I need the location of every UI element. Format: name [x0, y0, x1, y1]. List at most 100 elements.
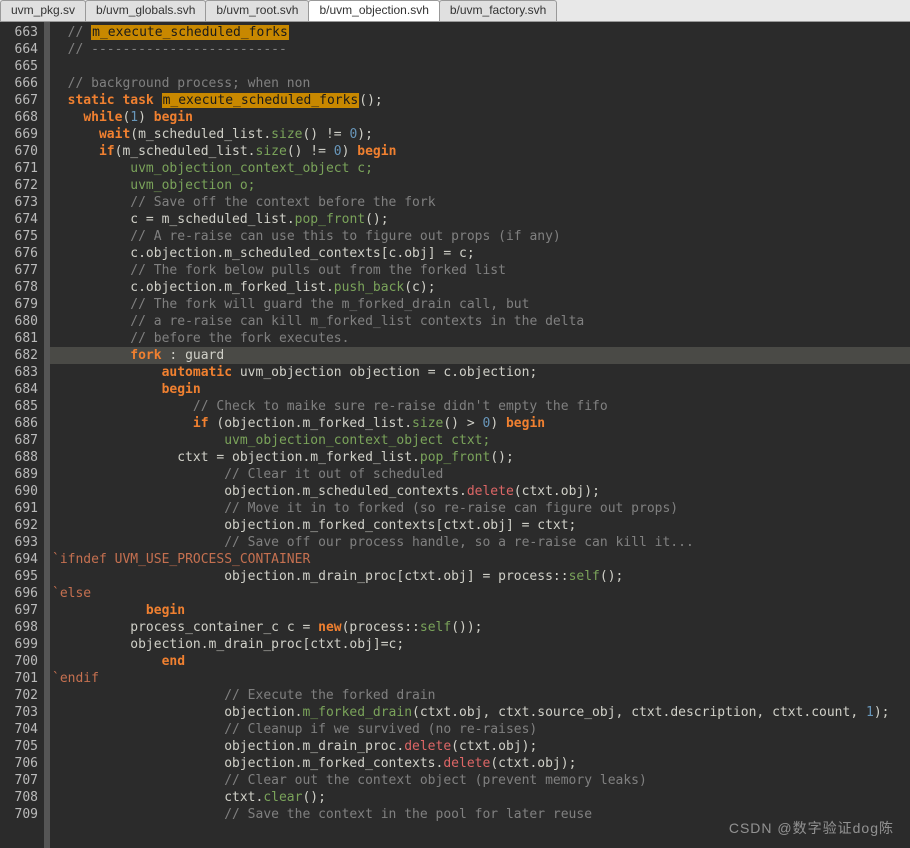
line-number: 663 — [0, 24, 38, 41]
code-line[interactable]: // background process; when non — [50, 75, 910, 92]
code-line[interactable]: static task m_execute_scheduled_forks(); — [50, 92, 910, 109]
code-line[interactable]: if(m_scheduled_list.size() != 0) begin — [50, 143, 910, 160]
line-number: 690 — [0, 483, 38, 500]
line-number: 703 — [0, 704, 38, 721]
code-line[interactable]: if (objection.m_forked_list.size() > 0) … — [50, 415, 910, 432]
code-line[interactable]: // Execute the forked drain — [50, 687, 910, 704]
line-number: 672 — [0, 177, 38, 194]
line-number: 704 — [0, 721, 38, 738]
tab-0[interactable]: uvm_pkg.sv — [0, 0, 86, 21]
code-line[interactable]: `ifndef UVM_USE_PROCESS_CONTAINER — [50, 551, 910, 568]
tab-1[interactable]: b/uvm_globals.svh — [85, 0, 206, 21]
code-line[interactable]: objection.m_drain_proc[ctxt.obj]=c; — [50, 636, 910, 653]
line-number: 700 — [0, 653, 38, 670]
code-line[interactable]: c = m_scheduled_list.pop_front(); — [50, 211, 910, 228]
line-number: 709 — [0, 806, 38, 823]
code-line[interactable]: `endif — [50, 670, 910, 687]
code-line[interactable]: // a re-raise can kill m_forked_list con… — [50, 313, 910, 330]
line-number: 693 — [0, 534, 38, 551]
code-line[interactable]: // Clear it out of scheduled — [50, 466, 910, 483]
line-number: 671 — [0, 160, 38, 177]
code-line[interactable]: objection.m_scheduled_contexts.delete(ct… — [50, 483, 910, 500]
code-line[interactable]: process_container_c c = new(process::sel… — [50, 619, 910, 636]
code-line[interactable]: objection.m_forked_contexts[ctxt.obj] = … — [50, 517, 910, 534]
code-line[interactable]: automatic uvm_objection objection = c.ob… — [50, 364, 910, 381]
code-line[interactable] — [50, 58, 910, 75]
line-number: 705 — [0, 738, 38, 755]
code-line[interactable]: fork : guard — [50, 347, 910, 364]
line-number: 680 — [0, 313, 38, 330]
line-number: 666 — [0, 75, 38, 92]
line-number: 708 — [0, 789, 38, 806]
code-line[interactable]: // The fork will guard the m_forked_drai… — [50, 296, 910, 313]
line-number: 698 — [0, 619, 38, 636]
line-number: 665 — [0, 58, 38, 75]
code-line[interactable]: end — [50, 653, 910, 670]
line-number: 678 — [0, 279, 38, 296]
code-line[interactable]: while(1) begin — [50, 109, 910, 126]
code-line[interactable]: c.objection.m_scheduled_contexts[c.obj] … — [50, 245, 910, 262]
line-number: 681 — [0, 330, 38, 347]
code-line[interactable]: begin — [50, 381, 910, 398]
code-line[interactable]: // m_execute_scheduled_forks — [50, 24, 910, 41]
line-number: 684 — [0, 381, 38, 398]
code-line[interactable]: c.objection.m_forked_list.push_back(c); — [50, 279, 910, 296]
code-line[interactable]: objection.m_drain_proc.delete(ctxt.obj); — [50, 738, 910, 755]
code-line[interactable]: // Cleanup if we survived (no re-raises) — [50, 721, 910, 738]
tab-4[interactable]: b/uvm_factory.svh — [439, 0, 557, 21]
tab-2[interactable]: b/uvm_root.svh — [205, 0, 309, 21]
code-line[interactable]: uvm_objection_context_object c; — [50, 160, 910, 177]
code-editor[interactable]: 6636646656666676686696706716726736746756… — [0, 22, 910, 848]
line-number: 685 — [0, 398, 38, 415]
code-line[interactable]: // A re-raise can use this to figure out… — [50, 228, 910, 245]
line-number: 679 — [0, 296, 38, 313]
tab-bar: uvm_pkg.svb/uvm_globals.svhb/uvm_root.sv… — [0, 0, 910, 22]
line-number: 683 — [0, 364, 38, 381]
code-line[interactable]: uvm_objection_context_object ctxt; — [50, 432, 910, 449]
line-number: 706 — [0, 755, 38, 772]
code-line[interactable]: // Check to maike sure re-raise didn't e… — [50, 398, 910, 415]
code-line[interactable]: // Save off our process handle, so a re-… — [50, 534, 910, 551]
line-number: 675 — [0, 228, 38, 245]
line-number-gutter: 6636646656666676686696706716726736746756… — [0, 22, 44, 848]
code-line[interactable]: // Clear out the context object (prevent… — [50, 772, 910, 789]
line-number: 701 — [0, 670, 38, 687]
code-line[interactable]: // Move it in to forked (so re-raise can… — [50, 500, 910, 517]
line-number: 677 — [0, 262, 38, 279]
line-number: 695 — [0, 568, 38, 585]
watermark: CSDN @数字验证dog陈 — [729, 818, 894, 838]
code-line[interactable]: // ------------------------- — [50, 41, 910, 58]
code-line[interactable]: uvm_objection o; — [50, 177, 910, 194]
line-number: 667 — [0, 92, 38, 109]
line-number: 697 — [0, 602, 38, 619]
line-number: 694 — [0, 551, 38, 568]
line-number: 687 — [0, 432, 38, 449]
line-number: 696 — [0, 585, 38, 602]
code-area[interactable]: // m_execute_scheduled_forks // --------… — [50, 22, 910, 848]
code-line[interactable]: `else — [50, 585, 910, 602]
code-line[interactable]: objection.m_drain_proc[ctxt.obj] = proce… — [50, 568, 910, 585]
line-number: 686 — [0, 415, 38, 432]
line-number: 689 — [0, 466, 38, 483]
line-number: 707 — [0, 772, 38, 789]
code-line[interactable]: objection.m_forked_drain(ctxt.obj, ctxt.… — [50, 704, 910, 721]
line-number: 692 — [0, 517, 38, 534]
code-line[interactable]: ctxt.clear(); — [50, 789, 910, 806]
line-number: 670 — [0, 143, 38, 160]
line-number: 668 — [0, 109, 38, 126]
line-number: 691 — [0, 500, 38, 517]
line-number: 688 — [0, 449, 38, 466]
line-number: 673 — [0, 194, 38, 211]
code-line[interactable]: // The fork below pulls out from the for… — [50, 262, 910, 279]
line-number: 699 — [0, 636, 38, 653]
line-number: 676 — [0, 245, 38, 262]
code-line[interactable]: // Save off the context before the fork — [50, 194, 910, 211]
code-line[interactable]: // before the fork executes. — [50, 330, 910, 347]
code-line[interactable]: objection.m_forked_contexts.delete(ctxt.… — [50, 755, 910, 772]
code-line[interactable]: wait(m_scheduled_list.size() != 0); — [50, 126, 910, 143]
tab-3[interactable]: b/uvm_objection.svh — [308, 0, 439, 21]
line-number: 682 — [0, 347, 38, 364]
code-line[interactable]: begin — [50, 602, 910, 619]
code-line[interactable]: ctxt = objection.m_forked_list.pop_front… — [50, 449, 910, 466]
line-number: 702 — [0, 687, 38, 704]
